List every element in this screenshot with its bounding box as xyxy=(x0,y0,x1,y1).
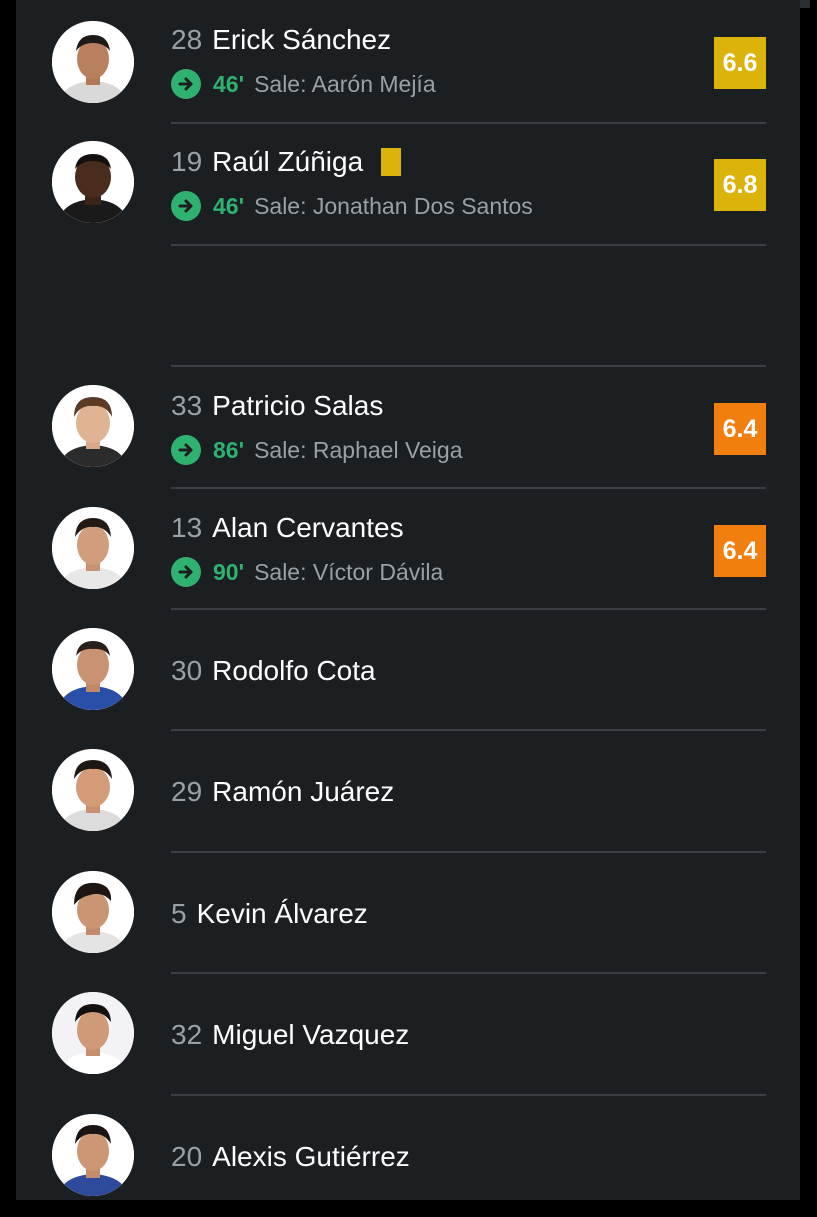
player-number: 33 xyxy=(171,390,203,421)
player-name: Rodolfo Cota xyxy=(212,655,376,686)
player-name-line: 32 Miguel Vazquez xyxy=(171,1019,409,1051)
player-name-line: 28 Erick Sánchez xyxy=(171,24,391,56)
substitution-minute: 90' xyxy=(213,558,245,585)
player-rating-badge: 6.4 xyxy=(714,525,766,577)
player-number: 19 xyxy=(171,146,203,177)
player-name: Patricio Salas xyxy=(212,390,384,421)
player-name: Erick Sánchez xyxy=(212,24,392,55)
player-number: 28 xyxy=(171,24,203,55)
substitution-info: 46' Sale: Jonathan Dos Santos xyxy=(171,191,533,221)
player-row[interactable]: 13 Alan Cervantes 90' Sale: Víctor Dávil… xyxy=(16,488,800,610)
scroll-thumb[interactable] xyxy=(800,0,810,8)
substitution-player: Sale: Víctor Dávila xyxy=(254,558,444,585)
substitution-player: Sale: Raphael Veiga xyxy=(254,436,463,463)
substitution-info: 86' Sale: Raphael Veiga xyxy=(171,435,463,465)
player-rating: 6.8 xyxy=(722,170,758,199)
player-avatar xyxy=(52,385,134,467)
player-name-line: 29 Ramón Juárez xyxy=(171,776,394,808)
player-name: Ramón Juárez xyxy=(212,776,395,807)
player-name-line: 19 Raúl Zúñiga xyxy=(171,146,402,178)
player-name: Alan Cervantes xyxy=(212,512,404,543)
row-divider xyxy=(171,244,766,246)
player-name-line: 5 Kevin Álvarez xyxy=(171,898,368,930)
player-row[interactable]: 33 Patricio Salas 86' Sale: Raphael Veig… xyxy=(16,366,800,488)
player-avatar xyxy=(52,628,134,710)
player-row[interactable]: 29 Ramón Juárez xyxy=(16,730,800,852)
substitution-info: 46' Sale: Aarón Mejía xyxy=(171,69,436,99)
player-row[interactable]: 20 Alexis Gutiérrez xyxy=(16,1095,800,1217)
player-name: Kevin Álvarez xyxy=(196,898,368,929)
player-row[interactable]: 5 Kevin Álvarez xyxy=(16,852,800,974)
player-name: Raúl Zúñiga xyxy=(212,146,364,177)
substitution-info: 90' Sale: Víctor Dávila xyxy=(171,557,443,587)
player-rating: 6.4 xyxy=(722,414,758,443)
player-rating-badge: 6.8 xyxy=(714,159,766,211)
player-number: 5 xyxy=(171,898,187,929)
lineup-panel: 28 Erick Sánchez 46' Sale: Aarón Mejía 6… xyxy=(16,0,800,1200)
arrow-right-circle-icon xyxy=(171,69,201,99)
player-avatar xyxy=(52,871,134,953)
substitution-minute: 46' xyxy=(213,192,245,219)
player-rating: 6.4 xyxy=(722,536,758,565)
player-row[interactable]: 32 Miguel Vazquez xyxy=(16,973,800,1095)
player-name-line: 30 Rodolfo Cota xyxy=(171,655,376,687)
player-rating-badge: 6.6 xyxy=(714,37,766,89)
player-row[interactable]: 30 Rodolfo Cota xyxy=(16,609,800,731)
player-name: Alexis Gutiérrez xyxy=(212,1141,410,1172)
player-row[interactable]: 19 Raúl Zúñiga 46' Sale: Jonathan Dos Sa… xyxy=(16,122,800,244)
player-avatar xyxy=(52,1114,134,1196)
player-name-line: 13 Alan Cervantes xyxy=(171,512,404,544)
player-row[interactable]: 28 Erick Sánchez 46' Sale: Aarón Mejía 6… xyxy=(16,0,800,122)
player-avatar xyxy=(52,21,134,103)
player-name: Miguel Vazquez xyxy=(212,1019,410,1050)
player-name-line: 33 Patricio Salas xyxy=(171,390,383,422)
player-avatar xyxy=(52,507,134,589)
player-avatar xyxy=(52,141,134,223)
player-number: 13 xyxy=(171,512,203,543)
substitution-minute: 86' xyxy=(213,436,245,463)
player-number: 20 xyxy=(171,1141,203,1172)
arrow-right-circle-icon xyxy=(171,557,201,587)
player-rating: 6.6 xyxy=(722,48,758,77)
substitution-player: Sale: Jonathan Dos Santos xyxy=(254,192,533,219)
player-number: 29 xyxy=(171,776,203,807)
arrow-right-circle-icon xyxy=(171,191,201,221)
substitution-player: Sale: Aarón Mejía xyxy=(254,70,436,97)
player-avatar xyxy=(52,992,134,1074)
player-avatar xyxy=(52,749,134,831)
player-number: 32 xyxy=(171,1019,203,1050)
yellow-card-icon xyxy=(381,148,402,176)
player-number: 30 xyxy=(171,655,203,686)
player-name-line: 20 Alexis Gutiérrez xyxy=(171,1141,410,1173)
scrollbar[interactable] xyxy=(800,0,817,1200)
player-rating-badge: 6.4 xyxy=(714,403,766,455)
arrow-right-circle-icon xyxy=(171,435,201,465)
substitution-minute: 46' xyxy=(213,70,245,97)
